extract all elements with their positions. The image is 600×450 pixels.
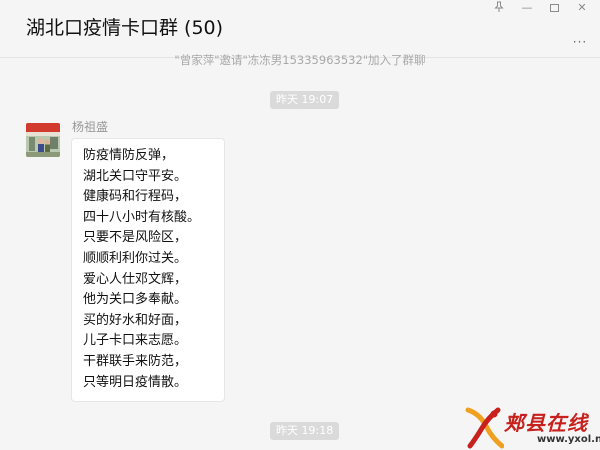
minimize-button[interactable]: —: [518, 1, 536, 15]
watermark-brand: 郏县在线: [504, 411, 588, 435]
message-line: 买的好水和好面，: [83, 312, 188, 328]
maximize-icon: [549, 4, 559, 12]
more-options-button[interactable]: ···: [569, 36, 591, 48]
message-line: 防疫情防反弹，: [83, 148, 175, 163]
logo-x-icon: [465, 407, 505, 449]
sender-name: 杨祖盛: [72, 120, 109, 134]
pin-icon[interactable]: [490, 1, 508, 15]
chat-header: 湖北口疫情卡口群 (50) — ✕ ···: [0, 0, 600, 58]
chat-title: 湖北口疫情卡口群 (50): [26, 17, 224, 39]
avatar-photo: [26, 123, 60, 157]
system-notice: "曾家萍"邀请"冻冻男15335963532"加入了群聊: [174, 53, 426, 67]
avatar[interactable]: [26, 123, 60, 157]
message-line: 四十八小时有核酸。: [83, 209, 201, 225]
timestamp: 昨天 19:07: [270, 91, 340, 109]
maximize-button[interactable]: [545, 1, 563, 15]
message-line: 只等明日疫情散。: [83, 374, 188, 390]
message-line: 湖北关口守平安。: [83, 168, 188, 184]
message-line: 只要不是风险区，: [83, 230, 188, 246]
message-bubble[interactable]: 防疫情防反弹， 湖北关口守平安。 健康码和行程码， 四十八小时有核酸。 只要不是…: [71, 138, 225, 402]
message-line: 健康码和行程码，: [83, 189, 188, 205]
watermark-logo: 郏县在线 www.yxol.net: [464, 404, 600, 450]
message-line: 爱心人仕邓文辉，: [83, 271, 188, 287]
message-line: 儿子卡口来志愿。: [83, 333, 188, 349]
watermark-url: www.yxol.net: [537, 434, 600, 445]
close-button[interactable]: ✕: [573, 1, 591, 15]
message-line: 干群联手来防范，: [83, 353, 188, 369]
message-line: 他为关口多奉献。: [83, 292, 188, 308]
timestamp: 昨天 19:18: [270, 422, 340, 440]
pin-icon-glyph: [494, 1, 504, 12]
message-line: 顺顺利利你过关。: [83, 250, 188, 266]
